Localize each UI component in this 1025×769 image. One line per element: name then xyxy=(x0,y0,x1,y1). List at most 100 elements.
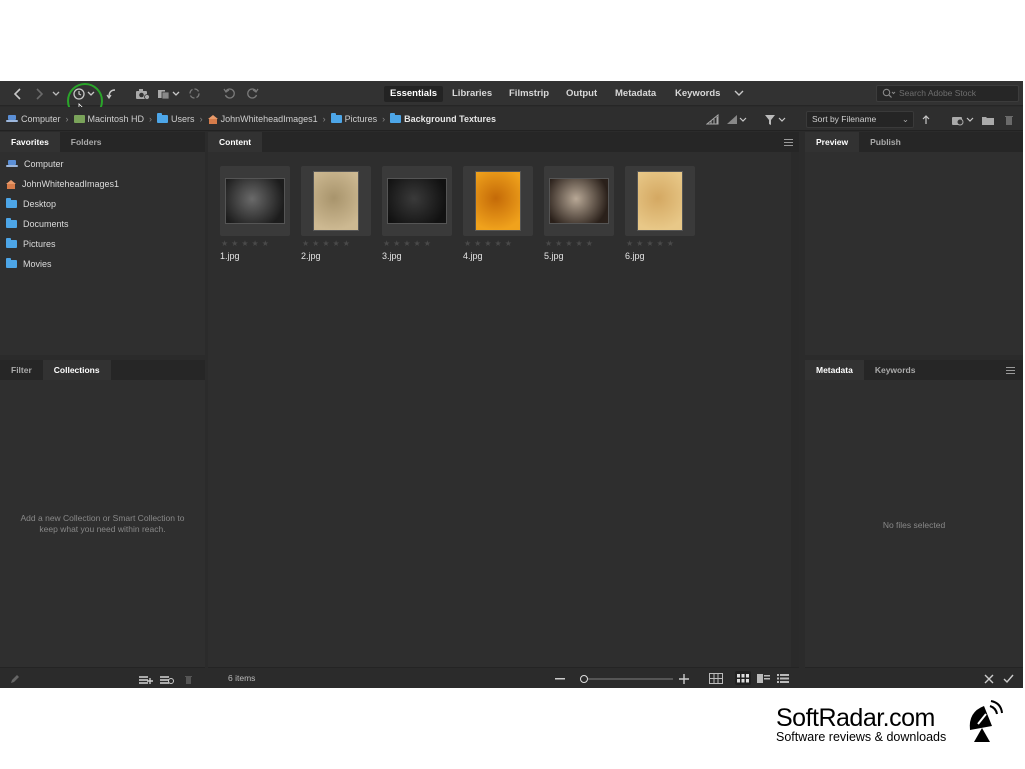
trash-icon[interactable] xyxy=(1003,112,1014,127)
zoom-slider[interactable] xyxy=(580,675,673,683)
thumbnail-item[interactable]: ★ ★ ★ ★ ★ 4.jpg xyxy=(463,166,533,261)
favorite-home[interactable]: JohnWhiteheadImages1 xyxy=(0,174,205,194)
rating-stars[interactable]: ★ ★ ★ ★ ★ xyxy=(544,239,614,248)
new-folder-icon[interactable] xyxy=(981,112,994,127)
sort-ascending-icon[interactable] xyxy=(921,112,931,127)
star-icon[interactable]: ★ xyxy=(667,239,674,248)
rating-stars[interactable]: ★ ★ ★ ★ ★ xyxy=(220,239,290,248)
sync-icon[interactable] xyxy=(187,86,201,101)
star-icon[interactable]: ★ xyxy=(576,239,583,248)
favorite-pictures[interactable]: Pictures xyxy=(0,234,205,254)
refine-icon[interactable] xyxy=(157,86,181,101)
thumbnail-item[interactable]: ★ ★ ★ ★ ★ 2.jpg xyxy=(301,166,371,261)
thumbnail-frame[interactable] xyxy=(301,166,371,236)
search-input[interactable]: Search Adobe Stock xyxy=(876,85,1019,102)
forward-icon[interactable] xyxy=(33,86,45,101)
thumbnail-view-icon[interactable] xyxy=(735,671,751,685)
new-smart-collection-icon[interactable] xyxy=(160,672,174,687)
favorite-desktop[interactable]: Desktop xyxy=(0,194,205,214)
crumb-home[interactable]: JohnWhiteheadImages1 xyxy=(207,114,318,124)
rotate-right-icon[interactable] xyxy=(245,86,259,101)
thumbnail-image[interactable] xyxy=(387,178,447,224)
tab-publish[interactable]: Publish xyxy=(859,132,912,152)
favorite-movies[interactable]: Movies xyxy=(0,254,205,274)
star-icon[interactable]: ★ xyxy=(393,239,400,248)
tab-output[interactable]: Output xyxy=(560,86,603,102)
star-icon[interactable]: ★ xyxy=(484,239,491,248)
cancel-icon[interactable] xyxy=(983,671,995,686)
star-icon[interactable]: ★ xyxy=(586,239,593,248)
tab-filmstrip[interactable]: Filmstrip xyxy=(503,86,555,102)
thumbnail-item[interactable]: ★ ★ ★ ★ ★ 1.jpg xyxy=(220,166,290,261)
tab-metadata-panel[interactable]: Metadata xyxy=(805,360,864,380)
thumbnail-image[interactable] xyxy=(549,178,609,224)
crumb-users[interactable]: Users xyxy=(157,113,195,124)
zoom-in-icon[interactable] xyxy=(678,671,690,686)
thumbnail-frame[interactable] xyxy=(625,166,695,236)
open-recent-icon[interactable] xyxy=(951,112,975,127)
thumbnail-image[interactable] xyxy=(637,171,683,231)
star-icon[interactable]: ★ xyxy=(626,239,633,248)
star-icon[interactable]: ★ xyxy=(555,239,562,248)
zoom-out-icon[interactable] xyxy=(554,671,566,686)
star-icon[interactable]: ★ xyxy=(636,239,643,248)
thumbnail-frame[interactable] xyxy=(544,166,614,236)
delete-collection-icon[interactable] xyxy=(183,672,193,687)
camera-icon[interactable] xyxy=(135,86,150,101)
tab-keywords[interactable]: Keywords xyxy=(669,86,726,102)
zoom-slider-thumb[interactable] xyxy=(580,675,588,683)
workspace-more-icon[interactable] xyxy=(733,86,745,101)
star-icon[interactable]: ★ xyxy=(221,239,228,248)
tab-libraries[interactable]: Libraries xyxy=(446,86,498,102)
tab-filter[interactable]: Filter xyxy=(0,360,43,380)
star-icon[interactable]: ★ xyxy=(545,239,552,248)
apply-check-icon[interactable] xyxy=(1002,671,1014,686)
rating-stars[interactable]: ★ ★ ★ ★ ★ xyxy=(382,239,452,248)
tab-metadata[interactable]: Metadata xyxy=(609,86,662,102)
thumbnail-item[interactable]: ★ ★ ★ ★ ★ 3.jpg xyxy=(382,166,452,261)
star-icon[interactable]: ★ xyxy=(646,239,653,248)
star-icon[interactable]: ★ xyxy=(464,239,471,248)
rating-stars[interactable]: ★ ★ ★ ★ ★ xyxy=(463,239,533,248)
crumb-macintosh-hd[interactable]: Macintosh HD xyxy=(73,114,144,124)
tab-collections[interactable]: Collections xyxy=(42,360,111,380)
star-icon[interactable]: ★ xyxy=(495,239,502,248)
details-view-icon[interactable] xyxy=(756,671,770,686)
rotate-left-icon[interactable] xyxy=(222,86,236,101)
star-icon[interactable]: ★ xyxy=(231,239,238,248)
star-icon[interactable]: ★ xyxy=(302,239,309,248)
new-collection-icon[interactable] xyxy=(139,672,153,687)
rating-stars[interactable]: ★ ★ ★ ★ ★ xyxy=(625,239,695,248)
tab-folders[interactable]: Folders xyxy=(60,132,113,152)
thumbnail-image[interactable] xyxy=(225,178,285,224)
thumbnail-item[interactable]: ★ ★ ★ ★ ★ 5.jpg xyxy=(544,166,614,261)
tab-essentials[interactable]: Essentials xyxy=(384,86,443,102)
return-to-app-icon[interactable] xyxy=(105,86,117,101)
crumb-background-textures[interactable]: Background Textures xyxy=(390,113,496,124)
thumbnail-frame[interactable] xyxy=(220,166,290,236)
thumbnail-frame[interactable] xyxy=(382,166,452,236)
star-icon[interactable]: ★ xyxy=(424,239,431,248)
crumb-pictures[interactable]: Pictures xyxy=(330,113,377,124)
star-icon[interactable]: ★ xyxy=(565,239,572,248)
star-icon[interactable]: ★ xyxy=(343,239,350,248)
star-icon[interactable]: ★ xyxy=(474,239,481,248)
tab-preview[interactable]: Preview xyxy=(805,132,860,152)
star-icon[interactable]: ★ xyxy=(262,239,269,248)
star-icon[interactable]: ★ xyxy=(657,239,664,248)
star-icon[interactable]: ★ xyxy=(414,239,421,248)
thumbnail-item[interactable]: ★ ★ ★ ★ ★ 6.jpg xyxy=(625,166,695,261)
sort-dropdown[interactable]: Sort by Filename ⌄ xyxy=(806,111,914,128)
thumbnail-image[interactable] xyxy=(475,171,521,231)
quality-icon[interactable] xyxy=(705,112,719,127)
star-icon[interactable]: ★ xyxy=(333,239,340,248)
history-dropdown-icon[interactable] xyxy=(51,86,61,101)
rating-stars[interactable]: ★ ★ ★ ★ ★ xyxy=(301,239,371,248)
favorite-computer[interactable]: Computer xyxy=(0,154,205,174)
scrollbar-track[interactable] xyxy=(791,152,799,667)
star-icon[interactable]: ★ xyxy=(252,239,259,248)
tab-favorites[interactable]: Favorites xyxy=(0,132,60,152)
list-view-icon[interactable] xyxy=(776,671,790,686)
tab-content[interactable]: Content xyxy=(208,132,263,152)
star-icon[interactable]: ★ xyxy=(241,239,248,248)
